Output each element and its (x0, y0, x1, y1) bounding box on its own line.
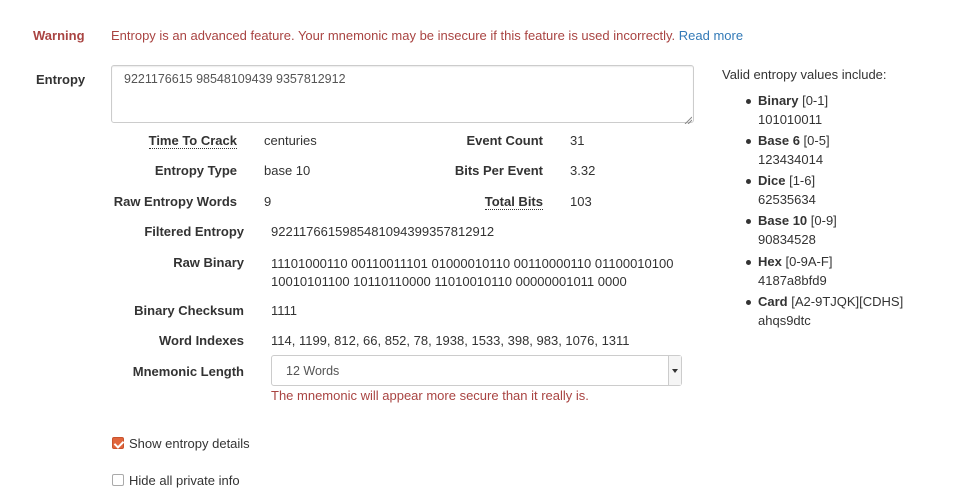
warning-text: Entropy is an advanced feature. Your mne… (111, 28, 676, 43)
bullet-icon (746, 139, 751, 144)
bullet-icon (746, 179, 751, 184)
mnemonic-length-selected: 12 Words (286, 364, 340, 378)
value-type-name: Hex (758, 254, 782, 269)
entropy-type-value: base 10 (264, 163, 311, 178)
valid-value-item: Card [A2-9TJQK][CDHS] ahqs9dtc (746, 294, 904, 334)
entropy-label: Entropy (36, 72, 86, 87)
value-type-range: [0-5] (803, 133, 830, 148)
value-type-range: [1-6] (789, 173, 816, 188)
warning-label: Warning (33, 28, 85, 43)
dropdown-arrow-icon[interactable] (668, 356, 681, 385)
value-type-example: 90834528 (758, 232, 816, 247)
mnemonic-length-warning: The mnemonic will appear more secure tha… (271, 388, 589, 403)
filtered-entropy-value: 9221176615985481094399357812912 (271, 224, 495, 239)
hide-private-info-label[interactable]: Hide all private info (129, 473, 240, 488)
value-type-example: 62535634 (758, 192, 816, 207)
word-indexes-value: 114, 1199, 812, 66, 852, 78, 1938, 1533,… (271, 333, 630, 348)
time-to-crack-label: Time To Crack (148, 133, 237, 149)
raw-binary-value: 11101000110 00110011101 01000010110 0011… (271, 255, 673, 291)
event-count-value: 31 (570, 133, 585, 148)
word-indexes-label: Word Indexes (158, 333, 244, 348)
value-type-name: Card (758, 294, 788, 309)
bits-per-event-label: Bits Per Event (454, 163, 543, 178)
raw-binary-line: 10010101100 10110110000 11010010110 0000… (271, 274, 627, 289)
time-to-crack-value: centuries (264, 133, 317, 148)
total-bits-value: 103 (570, 194, 592, 209)
resize-handle-icon[interactable] (684, 116, 692, 124)
binary-checksum-value: 1111 (271, 303, 298, 318)
valid-value-item: Base 6 [0-5] 123434014 (746, 133, 903, 173)
bullet-icon (746, 219, 751, 224)
binary-checksum-label: Binary Checksum (134, 303, 244, 318)
value-type-range: [0-9A-F] (785, 254, 833, 269)
value-type-example: 101010011 (758, 112, 823, 127)
mnemonic-length-label: Mnemonic Length (132, 364, 244, 379)
entropy-type-label: Entropy Type (154, 163, 237, 178)
bullet-icon (746, 99, 751, 104)
valid-value-item: Hex [0-9A-F] 4187a8bfd9 (746, 254, 903, 294)
value-type-name: Binary (758, 93, 799, 108)
show-entropy-details-label[interactable]: Show entropy details (129, 436, 250, 451)
value-type-name: Base 10 (758, 213, 808, 228)
bullet-icon (746, 260, 751, 265)
show-entropy-details-checkbox[interactable] (112, 437, 124, 449)
entropy-input[interactable] (111, 65, 694, 123)
bits-per-event-value: 3.32 (570, 163, 596, 178)
raw-binary-label: Raw Binary (173, 255, 244, 270)
value-type-range: [0-1] (802, 93, 829, 108)
raw-entropy-words-value: 9 (264, 194, 272, 209)
valid-values-title: Valid entropy values include: (722, 67, 887, 82)
valid-values-list: Binary [0-1] 101010011 Base 6 [0-5] 1234… (746, 93, 904, 334)
warning-message: Entropy is an advanced feature. Your mne… (111, 28, 743, 43)
value-type-example: 4187a8bfd9 (758, 273, 827, 288)
value-type-name: Dice (758, 173, 786, 188)
valid-value-item: Base 10 [0-9] 90834528 (746, 213, 903, 254)
valid-value-item: Binary [0-1] 101010011 (746, 93, 903, 133)
value-type-example: ahqs9dtc (758, 313, 811, 328)
value-type-range: [0-9] (810, 213, 837, 228)
raw-binary-line: 11101000110 00110011101 01000010110 0011… (271, 256, 674, 271)
mnemonic-length-select[interactable]: 12 Words (271, 355, 682, 386)
value-type-range: [A2-9TJQK][CDHS] (791, 294, 904, 309)
raw-entropy-words-label: Raw Entropy Words (113, 194, 237, 209)
value-type-example: 123434014 (758, 152, 824, 167)
bullet-icon (746, 300, 751, 305)
hide-private-info-checkbox[interactable] (112, 474, 124, 486)
value-type-name: Base 6 (758, 133, 800, 148)
read-more-link[interactable]: Read more (679, 28, 743, 43)
event-count-label: Event Count (466, 133, 543, 148)
valid-value-item: Dice [1-6] 62535634 (746, 173, 903, 213)
filtered-entropy-label: Filtered Entropy (144, 224, 244, 239)
total-bits-label: Total Bits (484, 194, 543, 210)
